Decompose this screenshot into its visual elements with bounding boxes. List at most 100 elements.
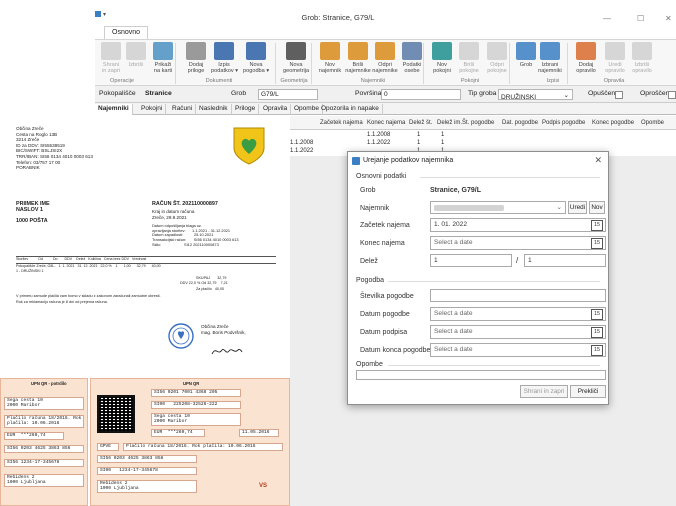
exempt-checkbox[interactable]	[668, 91, 676, 99]
new-tenant-button[interactable]: Nov	[589, 201, 605, 214]
contract-end-placeholder: Select a date	[434, 346, 473, 353]
ribbon-button-word-new[interactable]: Nova pogodba ▾	[243, 42, 269, 75]
invoice-total-vat: DDV 22,0 % Od 32,79 7,21	[180, 281, 228, 285]
invoice-details: Datum odpošiljanja blaga oz. opravljanja…	[152, 223, 239, 247]
share-numerator-field[interactable]: 1	[430, 254, 512, 267]
tab-računi[interactable]: Računi	[169, 104, 197, 115]
ribbon-button-geometry[interactable]: Nova geometrija	[283, 42, 309, 75]
ribbon-group-label: Operacije	[110, 78, 134, 84]
tab-opozorila-in-napake[interactable]: Opozorila in napake	[318, 104, 383, 115]
cancel-button[interactable]: Prekliči	[570, 385, 606, 398]
area-label: Površina	[355, 90, 382, 97]
ribbon-button-grave[interactable]: Grob	[513, 42, 539, 68]
ribbon-button-map[interactable]: Prikaži na karti	[150, 42, 176, 75]
area-field[interactable]: 0	[381, 89, 461, 100]
ribbon-button-delete-task[interactable]: Izbriši opravilo	[629, 42, 655, 75]
column-header[interactable]: Št. pogodbe	[462, 120, 494, 126]
ribbon-group-separator	[275, 43, 276, 84]
ribbon-button-open-tenant[interactable]: Odpri najemnike	[372, 42, 398, 75]
lease-end-label: Konec najema	[360, 240, 405, 247]
column-header[interactable]: Konec najema	[367, 120, 405, 126]
save-close-button[interactable]: Shrani in zapri	[520, 385, 568, 398]
ribbon-button-delete-tenant[interactable]: Briši najemnike	[345, 42, 371, 75]
ribbon-button-save-close[interactable]: Shrani in zapri	[98, 42, 124, 75]
dialog-close-icon[interactable]: ✕	[594, 155, 602, 166]
tab-osnovno[interactable]: Osnovno	[104, 26, 149, 39]
order-purpose-code: GPVE	[97, 443, 119, 451]
ribbon-button-selected-tenants[interactable]: Izbrani najemniki	[537, 42, 563, 75]
tab-pokojni[interactable]: Pokojni	[138, 104, 167, 115]
column-header[interactable]: Začetek najema	[320, 120, 363, 126]
grave-type-select[interactable]: DRUŽINSKI ⌄	[498, 89, 573, 101]
ribbon-button-add-tenant[interactable]: Nov najemnik	[317, 42, 343, 75]
order-recipient-iban: SI56 0203 4625 3863 856	[97, 455, 197, 463]
tab-opravila[interactable]: Opravila	[260, 104, 292, 115]
order-purpose: Plačilo računa 18/2016. Rok plačila: 10.…	[123, 443, 283, 451]
column-header[interactable]: Opombe	[641, 120, 664, 126]
notes-field[interactable]	[356, 370, 606, 380]
order-payer: Sega cesta 10 2000 Maribor	[151, 413, 241, 426]
column-header[interactable]: Delež im.	[437, 120, 462, 126]
municipality-coat-of-arms	[233, 127, 265, 165]
calendar-icon[interactable]: 15	[591, 345, 603, 356]
ribbon-button-person-data[interactable]: Podatki osebe	[399, 42, 425, 75]
grave-type-label: Tip groba	[468, 90, 497, 97]
ribbon-button-open-deceased[interactable]: Odpri pokojne	[484, 42, 510, 75]
ribbon-button-delete[interactable]: Izbriši	[123, 42, 149, 68]
ribbon-button-word-print[interactable]: Izpis podatkov ▾	[211, 42, 239, 75]
maximize-icon[interactable]: ☐	[637, 14, 644, 23]
ribbon-button-add-deceased[interactable]: Nov pokojni	[429, 42, 455, 75]
ribbon-group-label: Najemniki	[360, 78, 386, 84]
calendar-icon[interactable]: 15	[591, 220, 603, 231]
ribbon-button-label: Izpis podatkov ▾	[211, 62, 239, 75]
contract-date-field[interactable]: Select a date 15	[430, 307, 606, 321]
order-date: 11.05.2016	[239, 429, 279, 437]
invoice-signer: Občina Zreče mag. Boris Podvršnik,	[201, 324, 246, 336]
ribbon-button-edit-task[interactable]: Uredi opravilo	[602, 42, 628, 75]
contract-number-field[interactable]	[430, 289, 606, 302]
minimize-icon[interactable]: —	[603, 14, 611, 23]
edit-task-icon	[605, 42, 625, 60]
invoice-preview: Občina Zreče Cesta na Roglo 13B 3214 Zre…	[0, 116, 290, 506]
contract-end-field[interactable]: Select a date 15	[430, 343, 606, 357]
table-row[interactable]: 1.1.2008 1 1	[290, 132, 676, 140]
abandoned-checkbox[interactable]	[615, 91, 623, 99]
close-icon[interactable]: ✕	[665, 14, 672, 23]
payment-order-slip: UPN QR SI56 0201 7001 4368 205 SI00 2252…	[90, 378, 290, 506]
edit-tenant-button[interactable]: Uredi	[568, 201, 587, 214]
column-header[interactable]: Delež št.	[409, 120, 432, 126]
calendar-icon[interactable]: 15	[591, 327, 603, 338]
geometry-icon	[286, 42, 306, 60]
ribbon-button-label: Izbrani najemniki	[538, 62, 562, 75]
share-denominator-field[interactable]: 1	[524, 254, 606, 267]
tab-priloge[interactable]: Priloge	[232, 104, 260, 115]
chevron-down-icon: ⌄	[563, 92, 569, 99]
signing-date-field[interactable]: Select a date 15	[430, 325, 606, 339]
column-header[interactable]: Dat. pogodbe	[502, 120, 538, 126]
delete-deceased-icon	[459, 42, 479, 60]
save-close-icon	[101, 42, 121, 60]
ribbon-button-attachment[interactable]: Dodaj priloge	[183, 42, 209, 75]
lease-end-field[interactable]: Select a date 15	[430, 236, 606, 250]
lease-start-label: Začetek najema	[360, 222, 410, 229]
invoice-note-complaint: Rok za reklamacijo računa je 8 dni od pr…	[16, 300, 108, 304]
grave-field[interactable]: G79/L	[258, 89, 318, 100]
signing-date-label: Datum podpisa	[360, 329, 408, 336]
calendar-icon[interactable]: 15	[591, 309, 603, 320]
table-row[interactable]: 1.1.2008 1.1.2022 1 1	[290, 140, 676, 148]
calendar-icon[interactable]: 15	[591, 238, 603, 249]
map-icon	[153, 42, 173, 60]
signing-date-placeholder: Select a date	[434, 328, 473, 335]
tab-naslednik[interactable]: Naslednik	[196, 104, 232, 115]
ribbon-group-label: Dokumenti	[205, 78, 233, 84]
tenant-select[interactable]: ⌄	[430, 201, 566, 214]
tab-najemniki[interactable]: Najemniki	[95, 104, 133, 115]
lease-start-field[interactable]: 1. 01. 2022 15	[430, 218, 606, 232]
ribbon-button-add-task[interactable]: Dodaj opravilo	[573, 42, 599, 75]
column-header[interactable]: Podpis pogodbe	[542, 120, 585, 126]
ribbon-button-delete-deceased[interactable]: Briši pokojne	[456, 42, 482, 75]
ribbon: Shrani in zapri Izbriši Prikaži na karti Do…	[95, 39, 676, 86]
open-tenant-icon	[375, 42, 395, 60]
column-header[interactable]: Konec pogodbe	[592, 120, 634, 126]
order-amount: EUR ***260,74	[151, 429, 205, 437]
